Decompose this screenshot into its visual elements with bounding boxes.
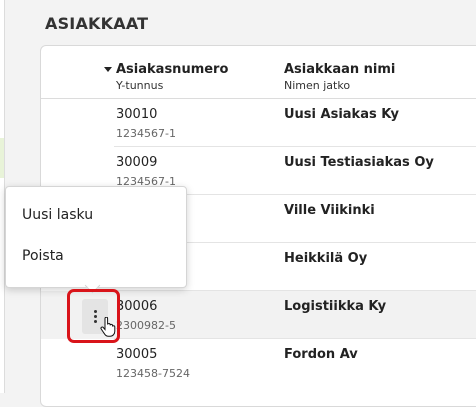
column-header-customer-name[interactable]: Asiakkaan nimi Nimen jatko — [284, 62, 395, 93]
kebab-menu-button[interactable] — [82, 299, 116, 337]
table-row[interactable]: 30005 123458-7524 Fordon Av — [41, 339, 476, 387]
column-header-customer-number[interactable]: Asiakasnumero Y-tunnus — [104, 62, 229, 93]
business-id: 123458-7524 — [116, 367, 190, 380]
column-sublabel: Y-tunnus — [116, 79, 164, 92]
column-label: Asiakasnumero — [116, 62, 229, 77]
customer-name: Uusi Asiakas Ky — [284, 107, 399, 122]
customer-number: 30005 — [116, 347, 158, 362]
menu-item-new-invoice[interactable]: Uusi lasku — [22, 207, 93, 223]
column-label: Asiakkaan nimi — [284, 62, 396, 77]
customer-number: 30006 — [116, 299, 158, 314]
customer-name: Uusi Testiasiakas Oy — [284, 155, 434, 170]
business-id: 1234567-1 — [116, 127, 176, 140]
menu-item-delete[interactable]: Poista — [22, 248, 64, 264]
sort-desc-icon — [104, 67, 112, 72]
business-id: 2300982-5 — [116, 319, 176, 332]
customer-name: Heikkilä Oy — [284, 251, 368, 266]
column-sublabel: Nimen jatko — [284, 79, 351, 92]
customer-number: 30010 — [116, 107, 158, 122]
customer-name: Ville Viikinki — [284, 203, 375, 218]
table-row[interactable]: 30010 1234567-1 Uusi Asiakas Ky — [41, 99, 476, 147]
customer-name: Logistiikka Ky — [284, 299, 387, 314]
row-context-menu: Uusi lasku Poista — [5, 186, 187, 288]
row-actions-highlight — [67, 289, 120, 343]
page-title: ASIAKKAAT — [45, 14, 149, 33]
table-header: Asiakasnumero Y-tunnus Asiakkaan nimi Ni… — [41, 46, 476, 99]
customer-number: 30009 — [116, 155, 158, 170]
sidebar-active-indicator — [0, 138, 4, 178]
customer-name: Fordon Av — [284, 347, 358, 362]
hand-cursor-icon — [100, 317, 116, 337]
